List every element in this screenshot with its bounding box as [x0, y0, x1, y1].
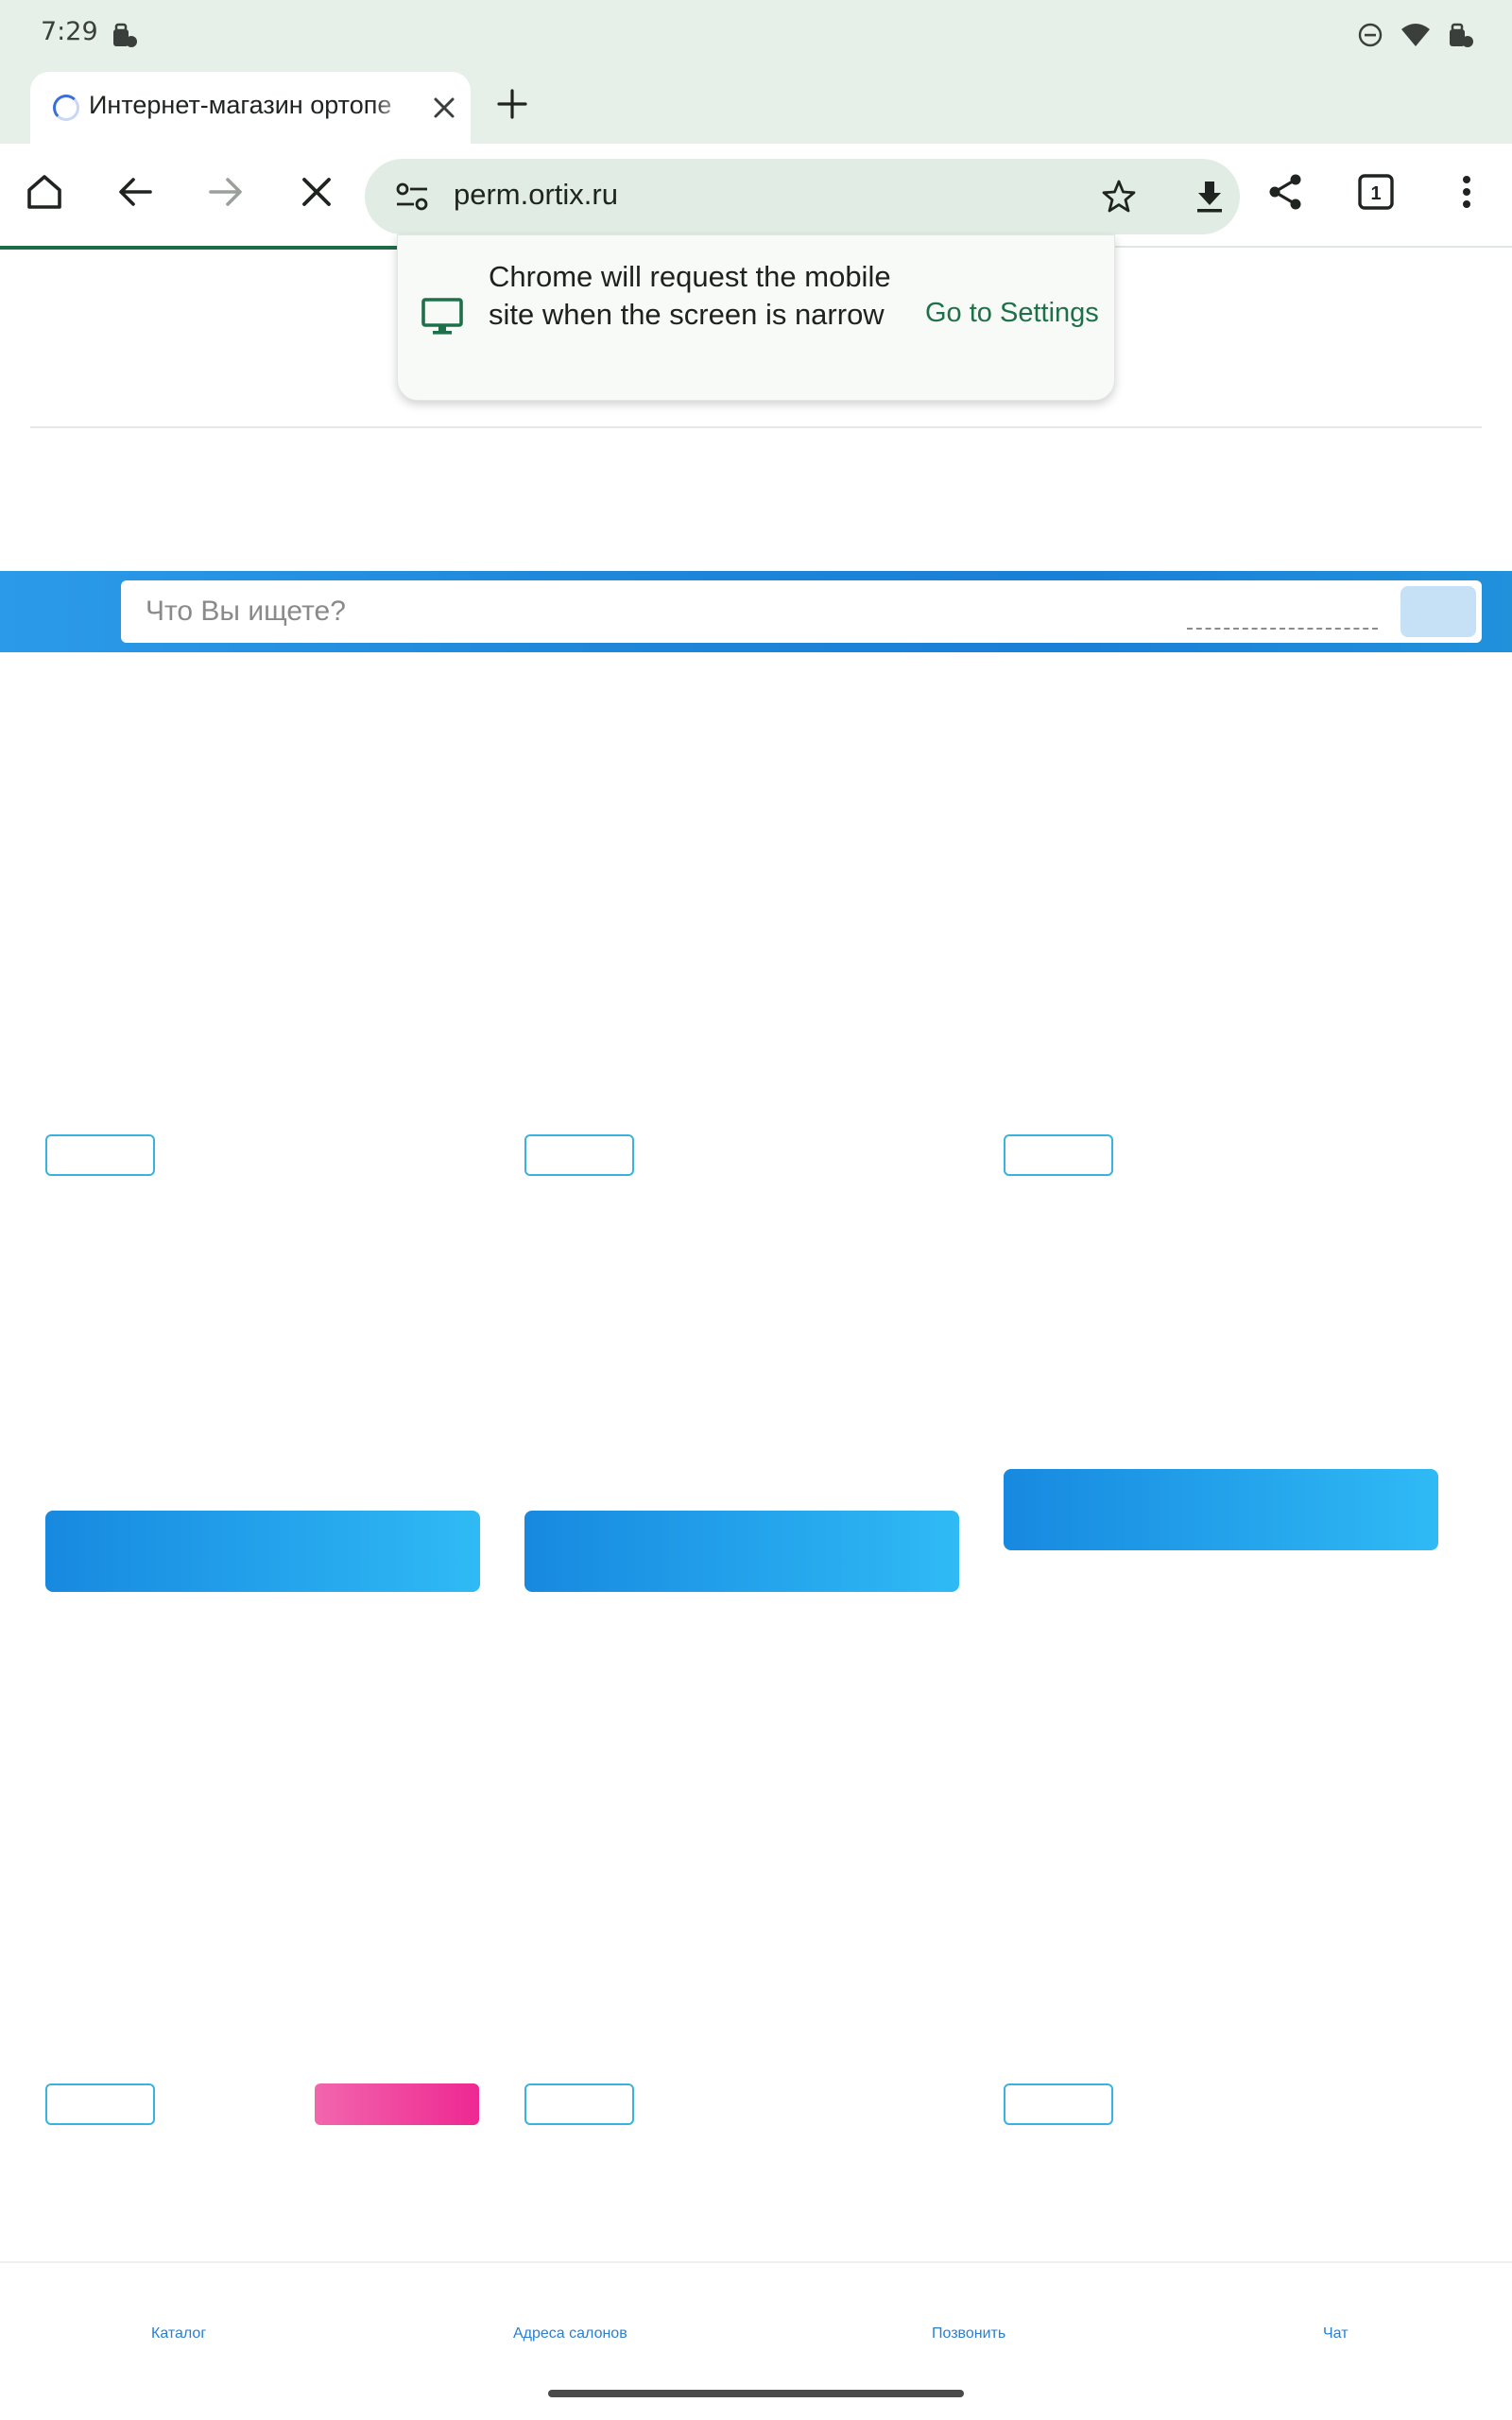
- search-box: [121, 580, 1482, 643]
- more-vert-icon[interactable]: [1443, 168, 1490, 216]
- wifi-icon: [1400, 23, 1431, 47]
- browser-tab[interactable]: Интернет-магазин ортопе: [30, 72, 471, 144]
- page-load-progress: [0, 246, 397, 250]
- back-arrow-icon[interactable]: [112, 168, 159, 216]
- dnd-icon: [1357, 22, 1383, 48]
- mobile-site-popup: Chrome will request the mobile site when…: [397, 234, 1115, 401]
- buy-button[interactable]: [1004, 1469, 1438, 1550]
- loading-spinner-icon: [53, 95, 79, 121]
- tab-title: Интернет-магазин ортопе: [89, 91, 410, 120]
- plus-icon[interactable]: [493, 85, 531, 123]
- search-button[interactable]: [1400, 586, 1476, 637]
- stop-icon[interactable]: [293, 168, 340, 216]
- tabs-count-icon[interactable]: 1: [1352, 168, 1400, 216]
- product-outline-button[interactable]: [1004, 1134, 1113, 1176]
- tab-count: 1: [1370, 183, 1381, 204]
- forward-arrow-icon[interactable]: [202, 168, 249, 216]
- product-outline-button[interactable]: [45, 2083, 155, 2125]
- product-outline-button[interactable]: [524, 2083, 634, 2125]
- star-icon[interactable]: [1100, 178, 1138, 216]
- product-outline-button[interactable]: [1004, 2083, 1113, 2125]
- nav-item-call[interactable]: Позвонить: [932, 2325, 1005, 2342]
- sale-badge[interactable]: [315, 2083, 479, 2125]
- header-divider: [30, 426, 1482, 428]
- home-icon[interactable]: [21, 168, 68, 216]
- download-icon[interactable]: [1191, 178, 1228, 216]
- status-bar: 7:29: [0, 0, 1512, 68]
- omnibox[interactable]: perm.ortix.ru: [365, 159, 1240, 234]
- url-text[interactable]: perm.ortix.ru: [454, 178, 618, 212]
- search-input[interactable]: [146, 580, 1280, 643]
- nav-item-chat[interactable]: Чат: [1323, 2325, 1349, 2342]
- status-time: 7:29: [41, 17, 98, 46]
- product-outline-button[interactable]: [45, 1134, 155, 1176]
- briefcase-icon: [112, 19, 138, 51]
- desktop-monitor-icon: [421, 296, 464, 337]
- site-settings-icon[interactable]: [393, 180, 431, 214]
- buy-button[interactable]: [45, 1511, 480, 1592]
- status-icons: [1357, 19, 1474, 51]
- battery-icon: [1448, 19, 1474, 51]
- nav-item-salons[interactable]: Адреса салонов: [513, 2325, 627, 2342]
- buy-button[interactable]: [524, 1511, 959, 1592]
- go-to-settings-link[interactable]: Go to Settings: [925, 298, 1099, 329]
- product-outline-button[interactable]: [524, 1134, 634, 1176]
- search-dashes: [1187, 628, 1378, 630]
- search-bar: [0, 571, 1512, 652]
- popup-message: Chrome will request the mobile site when…: [489, 260, 891, 331]
- close-icon[interactable]: [427, 91, 461, 125]
- share-icon[interactable]: [1262, 168, 1309, 216]
- bottom-nav: Каталог Адреса салонов Позвонить Чат: [0, 2261, 1512, 2420]
- browser-toolbar: perm.ortix.ru 1: [0, 144, 1512, 248]
- home-indicator: [548, 2390, 964, 2397]
- nav-item-catalog[interactable]: Каталог: [151, 2325, 206, 2342]
- tab-strip: Интернет-магазин ортопе: [0, 68, 1512, 144]
